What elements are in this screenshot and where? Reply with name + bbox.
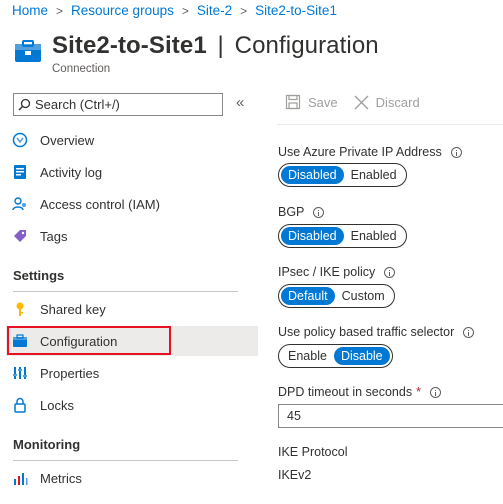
sidebar-item-metrics[interactable]: Metrics: [6, 463, 258, 493]
sidebar-item-label: Properties: [40, 365, 100, 381]
search-box[interactable]: [13, 93, 223, 116]
access-control-icon: [12, 196, 28, 212]
section-label-settings: Settings: [13, 268, 65, 283]
metrics-icon: [12, 470, 28, 486]
close-icon: [354, 95, 369, 109]
save-label: Save: [308, 94, 338, 110]
field-label-text: Use Azure Private IP Address: [278, 145, 442, 159]
search-input[interactable]: [35, 97, 215, 112]
section-divider: [13, 460, 238, 461]
ipsec-policy-toggle[interactable]: Default Custom: [278, 284, 395, 308]
option-enabled[interactable]: Enabled: [344, 227, 404, 245]
resource-name: Site2-to-Site1: [52, 32, 207, 59]
info-icon[interactable]: [450, 146, 462, 158]
sidebar-item-tags[interactable]: Tags: [6, 221, 258, 251]
command-bar: Save Discard: [285, 94, 436, 110]
command-bar-divider: [277, 124, 503, 125]
sidebar-item-label: Activity log: [40, 164, 103, 180]
key-icon: [12, 301, 28, 317]
section-label-monitoring: Monitoring: [13, 437, 81, 452]
save-icon: [285, 94, 301, 110]
discard-label: Discard: [375, 94, 420, 110]
dpd-timeout-field-label: DPD timeout in seconds *: [278, 385, 441, 399]
field-label-text: Use policy based traffic selector: [278, 325, 455, 339]
sidebar-item-locks[interactable]: Locks: [6, 390, 258, 420]
sidebar-item-label: Tags: [40, 228, 68, 244]
policy-selector-field-label: Use policy based traffic selector: [278, 325, 475, 339]
option-enable[interactable]: Enable: [281, 347, 334, 365]
policy-selector-toggle[interactable]: Enable Disable: [278, 344, 393, 368]
blade-title: Configuration: [234, 32, 379, 59]
private-ip-toggle[interactable]: Disabled Enabled: [278, 163, 407, 187]
private-ip-field-label: Use Azure Private IP Address: [278, 145, 462, 159]
breadcrumb-site-2[interactable]: Site-2: [197, 3, 232, 18]
bgp-toggle[interactable]: Disabled Enabled: [278, 224, 407, 248]
collapse-sidebar-icon[interactable]: «: [236, 94, 244, 111]
sidebar-item-label: Access control (IAM): [40, 196, 160, 212]
overview-icon: [12, 132, 28, 148]
breadcrumb-connection[interactable]: Site2-to-Site1: [255, 3, 337, 18]
option-disabled[interactable]: Disabled: [281, 166, 344, 184]
info-icon[interactable]: [463, 326, 475, 338]
tag-icon: [12, 228, 28, 244]
title-separator: |: [217, 32, 224, 59]
required-indicator: *: [416, 385, 421, 399]
breadcrumb: Home > Resource groups > Site-2 > Site2-…: [12, 3, 337, 18]
breadcrumb-home[interactable]: Home: [12, 3, 48, 18]
option-enabled[interactable]: Enabled: [344, 166, 404, 184]
sidebar-item-shared-key[interactable]: Shared key: [6, 294, 258, 324]
chevron-right-icon: >: [181, 3, 189, 18]
option-disable[interactable]: Disable: [333, 347, 390, 365]
field-label-text: IPsec / IKE policy: [278, 265, 376, 279]
sidebar-item-label: Overview: [40, 132, 95, 148]
sidebar-item-properties[interactable]: Properties: [6, 358, 258, 388]
info-icon[interactable]: [429, 386, 441, 398]
option-custom[interactable]: Custom: [335, 287, 392, 305]
page-title: Site2-to-Site1 | Configuration: [52, 32, 379, 60]
info-icon[interactable]: [384, 266, 396, 278]
search-icon: [18, 98, 31, 111]
chevron-right-icon: >: [56, 3, 64, 18]
field-label-text: DPD timeout in seconds: [278, 385, 413, 399]
sidebar-item-access-control[interactable]: Access control (IAM): [6, 189, 258, 219]
breadcrumb-resource-groups[interactable]: Resource groups: [71, 3, 174, 18]
selection-highlight-box: [7, 326, 171, 355]
section-divider: [13, 291, 238, 292]
sidebar-item-overview[interactable]: Overview: [6, 125, 258, 155]
activity-log-icon: [12, 164, 28, 180]
field-label-text: IKE Protocol: [278, 445, 348, 459]
sidebar-item-label: Shared key: [40, 301, 106, 317]
sidebar-item-activity-log[interactable]: Activity log: [6, 157, 258, 187]
field-label-text: BGP: [278, 205, 305, 219]
sidebar-item-label: Metrics: [40, 470, 82, 486]
save-button[interactable]: Save: [285, 94, 338, 110]
ike-protocol-value: IKEv2: [278, 468, 312, 482]
properties-icon: [12, 365, 28, 381]
discard-button[interactable]: Discard: [354, 95, 420, 110]
option-default[interactable]: Default: [281, 287, 335, 305]
lock-icon: [12, 397, 28, 413]
ipsec-field-label: IPsec / IKE policy: [278, 265, 396, 279]
dpd-timeout-input[interactable]: [278, 404, 503, 428]
info-icon[interactable]: [313, 206, 325, 218]
chevron-right-icon: >: [240, 3, 248, 18]
option-disabled[interactable]: Disabled: [281, 227, 344, 245]
page-subtitle: Connection: [52, 63, 111, 75]
sidebar-item-label: Locks: [40, 397, 74, 413]
connection-resource-icon: [15, 40, 41, 62]
ike-protocol-field-label: IKE Protocol: [278, 445, 347, 459]
bgp-field-label: BGP: [278, 205, 325, 219]
